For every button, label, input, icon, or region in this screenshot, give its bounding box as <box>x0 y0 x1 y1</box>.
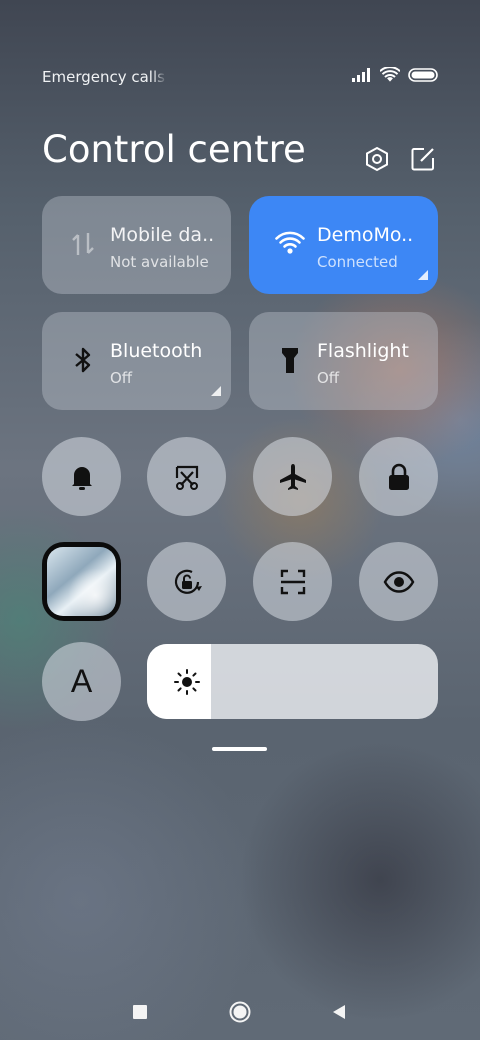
lock-icon <box>388 463 409 490</box>
settings-icon[interactable] <box>364 146 390 172</box>
eye-icon <box>383 570 414 593</box>
wifi-icon <box>379 66 401 87</box>
screenshot-icon <box>175 465 198 490</box>
font-icon: A <box>70 663 93 699</box>
navigation-bar <box>0 990 480 1034</box>
mobile-data-icon <box>68 229 98 259</box>
home-icon[interactable] <box>228 1000 252 1024</box>
media-thumbnail-image <box>47 547 116 616</box>
bluetooth-label: Bluetooth <box>110 340 203 362</box>
bell-toggle[interactable] <box>42 437 121 516</box>
mobile-data-status: Not available <box>110 253 209 271</box>
mobile-data-tile[interactable]: Mobile da.. Not available <box>42 196 231 294</box>
recent-apps-icon[interactable] <box>128 1000 152 1024</box>
bluetooth-icon <box>68 345 98 375</box>
media-thumbnail[interactable] <box>42 542 121 621</box>
wifi-expand-corner[interactable] <box>418 270 428 280</box>
bluetooth-expand-corner[interactable] <box>211 386 221 396</box>
wifi-tile[interactable]: DemoMo.. Connected <box>249 196 438 294</box>
screenshot-toggle[interactable] <box>147 437 226 516</box>
brightness-slider[interactable] <box>147 644 438 719</box>
flashlight-icon <box>275 345 305 375</box>
wifi-network-label: DemoMo.. <box>317 224 414 246</box>
airplane-icon <box>279 463 306 490</box>
wifi-status: Connected <box>317 253 398 271</box>
bluetooth-tile[interactable]: Bluetooth Off <box>42 312 231 410</box>
status-text: Emergency calls only <box>42 68 167 86</box>
rotation-lock-toggle[interactable] <box>147 542 226 621</box>
bluetooth-status: Off <box>110 369 133 387</box>
reading-mode-toggle[interactable] <box>359 542 438 621</box>
sun-icon <box>173 668 201 696</box>
page-title: Control centre <box>42 128 306 171</box>
status-bar: Emergency calls only <box>42 66 438 88</box>
wifi-icon <box>275 229 305 259</box>
drag-handle[interactable] <box>212 747 267 751</box>
scanner-icon <box>280 569 305 594</box>
back-icon[interactable] <box>327 1000 351 1024</box>
rotation-lock-icon <box>174 569 202 594</box>
flashlight-status: Off <box>317 369 340 387</box>
flashlight-label: Flashlight <box>317 340 409 362</box>
battery-icon <box>408 68 438 86</box>
airplane-toggle[interactable] <box>253 437 332 516</box>
mobile-data-label: Mobile da.. <box>110 224 215 246</box>
font-toggle[interactable]: A <box>42 642 121 721</box>
lock-toggle[interactable] <box>359 437 438 516</box>
bell-icon <box>71 466 92 490</box>
flashlight-tile[interactable]: Flashlight Off <box>249 312 438 410</box>
edit-icon[interactable] <box>410 146 436 172</box>
scanner-toggle[interactable] <box>253 542 332 621</box>
signal-icon <box>352 68 372 86</box>
